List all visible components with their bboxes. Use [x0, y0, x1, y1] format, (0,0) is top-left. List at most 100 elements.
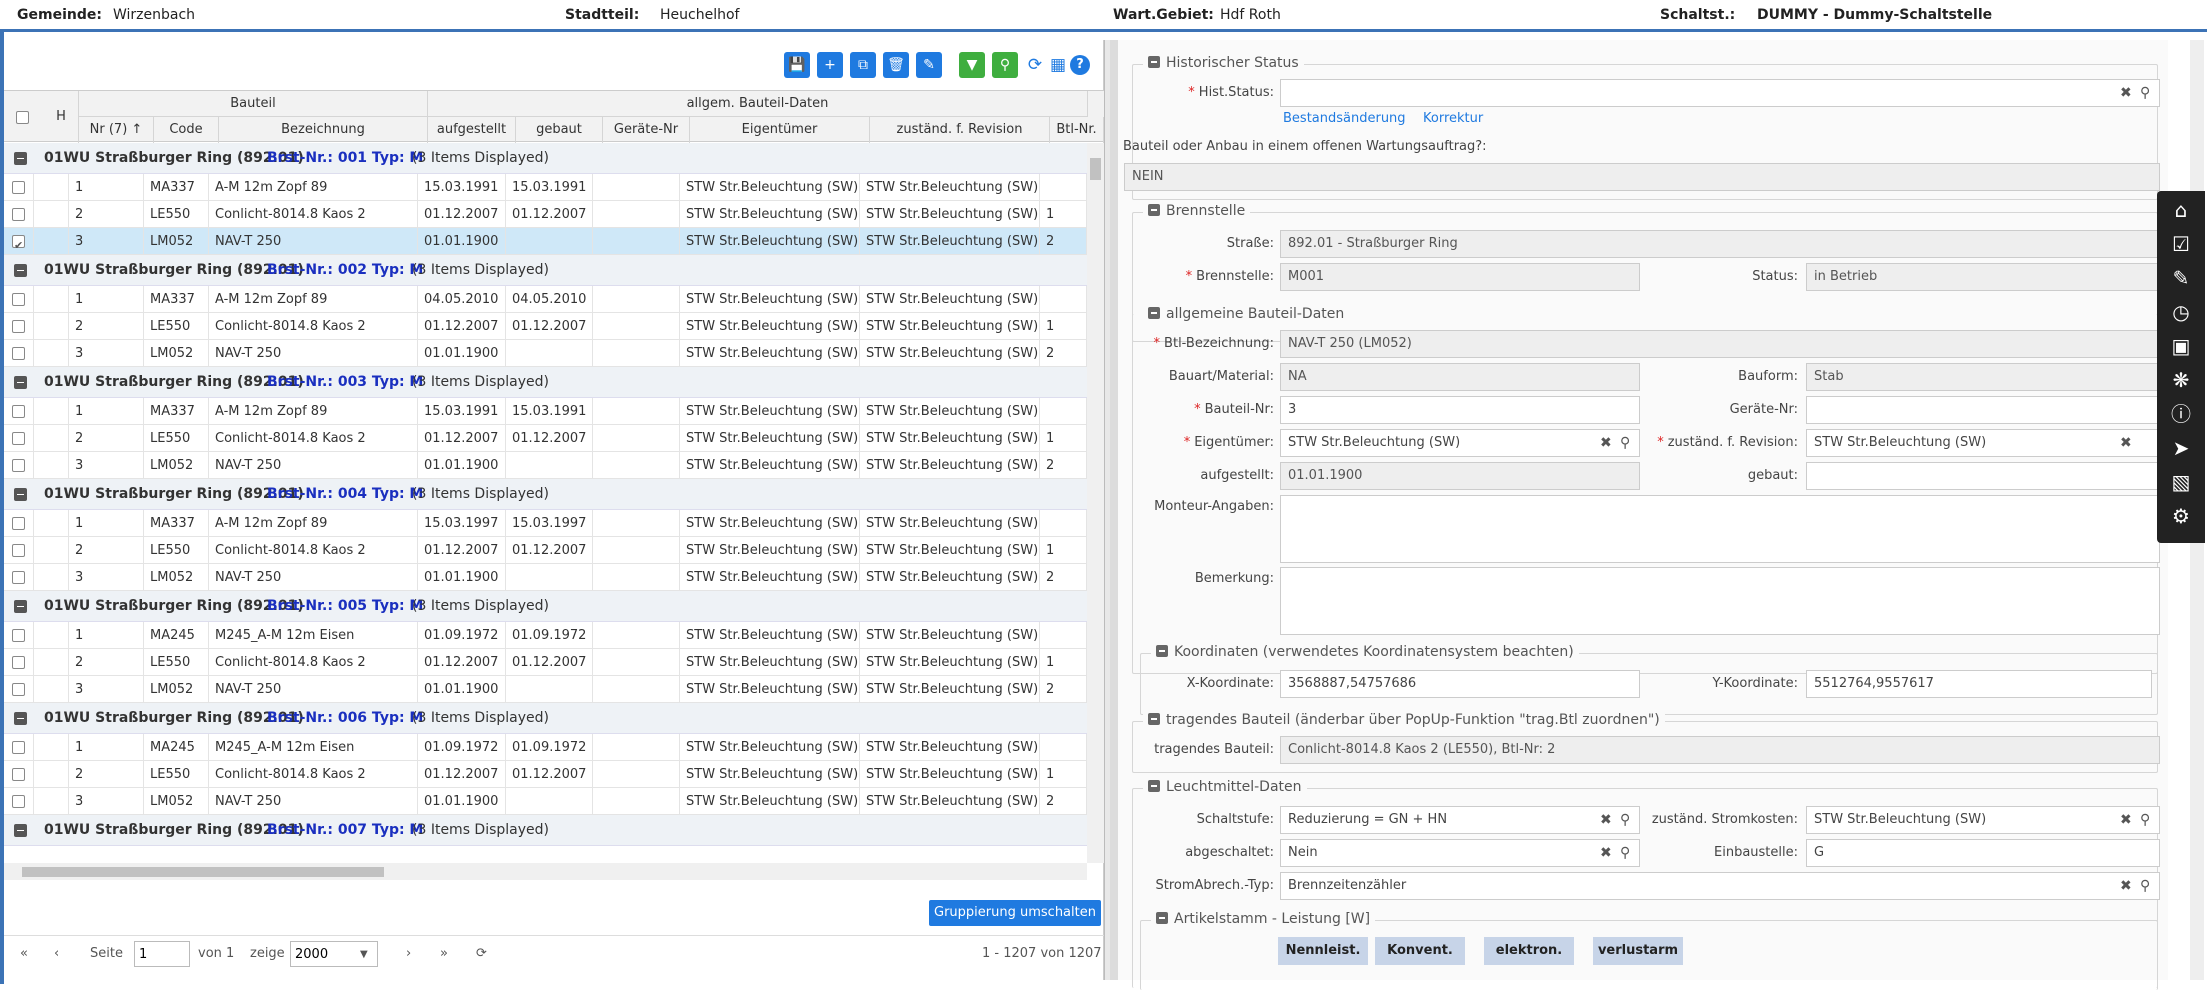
info-icon[interactable]: ⓘ	[2157, 397, 2205, 431]
abrech-field[interactable]: Brennzeitenzähler	[1280, 872, 2160, 900]
col-revision[interactable]: zuständ. f. Revision	[870, 117, 1050, 143]
einbaustelle-field[interactable]: G	[1806, 839, 2160, 867]
group-row[interactable]: 01WU Straßburger Ring (892.01) Brst-Nr.: …	[4, 703, 1087, 734]
collapse-icon[interactable]	[14, 824, 27, 837]
table-row[interactable]: 3 LM052 NAV-T 250 01.01.1900 STW Str.Beleuch…	[4, 788, 1087, 815]
row-checkbox[interactable]: ✔	[12, 235, 25, 252]
last-page-icon[interactable]: »	[440, 946, 448, 961]
group-row[interactable]: 01WU Straßburger Ring (892.01) Brst-Nr.: …	[4, 591, 1087, 622]
col-eigentuemer[interactable]: Eigentümer	[690, 117, 870, 143]
row-checkbox[interactable]	[12, 571, 25, 584]
stromkosten-field[interactable]: STW Str.Beleuchtung (SW)	[1806, 806, 2160, 834]
first-page-icon[interactable]: «	[20, 946, 28, 961]
search-icon[interactable]: ⚲	[1620, 812, 1630, 828]
table-row[interactable]: 2 LE550 Conlicht-8014.8 Kaos 2 01.12.2007 01…	[4, 425, 1087, 452]
row-checkbox[interactable]	[12, 768, 25, 781]
toggle-grouping-button[interactable]: Gruppierung umschalten	[929, 900, 1101, 926]
table-row[interactable]: 2 LE550 Conlicht-8014.8 Kaos 2 01.12.2007 01…	[4, 537, 1087, 564]
row-checkbox[interactable]	[12, 683, 25, 696]
clear-icon[interactable]: ✖	[1600, 812, 1612, 828]
row-checkbox[interactable]	[12, 795, 25, 808]
home-icon[interactable]: ⌂	[2157, 193, 2205, 227]
search-icon[interactable]: ⚲	[992, 52, 1018, 78]
delete-icon[interactable]: 🗑	[883, 52, 909, 78]
collapse-icon[interactable]	[1156, 645, 1168, 657]
collapse-icon[interactable]	[1148, 204, 1160, 216]
page-input[interactable]	[134, 941, 190, 967]
clock-icon[interactable]: ◷	[2157, 295, 2205, 329]
col-h[interactable]: H	[44, 91, 79, 143]
hscroll-thumb[interactable]	[22, 867, 384, 877]
collapse-icon[interactable]	[14, 712, 27, 725]
collapse-icon[interactable]	[14, 488, 27, 501]
collapse-icon[interactable]	[1148, 713, 1160, 725]
col-geraete-nr[interactable]: Geräte-Nr	[603, 117, 690, 143]
gebaut-field[interactable]	[1806, 462, 2160, 490]
cursor-icon[interactable]: ➤	[2157, 431, 2205, 465]
table-row[interactable]: 3 LM052 NAV-T 250 01.01.1900 STW Str.Beleuch…	[4, 676, 1087, 703]
col-gebaut[interactable]: gebaut	[516, 117, 603, 143]
table-row[interactable]: 3 LM052 NAV-T 250 01.01.1900 STW Str.Beleuch…	[4, 564, 1087, 591]
search-icon[interactable]: ⚲	[1620, 435, 1630, 451]
table-row[interactable]: 3 LM052 NAV-T 250 01.01.1900 STW Str.Beleuch…	[4, 452, 1087, 479]
clear-icon[interactable]: ✖	[1600, 845, 1612, 861]
korrektur-link[interactable]: Korrektur	[1423, 111, 1483, 126]
group-row[interactable]: 01WU Straßburger Ring (892.01) Brst-Nr.: …	[4, 255, 1087, 286]
save-icon[interactable]: 💾	[784, 52, 810, 78]
clear-icon[interactable]: ✖	[2120, 85, 2132, 101]
x-koordinate-field[interactable]: 3568887,54757686	[1280, 670, 1640, 698]
group-row[interactable]: 01WU Straßburger Ring (892.01) Brst-Nr.: …	[4, 479, 1087, 510]
collapse-icon[interactable]	[1148, 56, 1160, 68]
clear-icon[interactable]: ✖	[2120, 878, 2132, 894]
row-checkbox[interactable]	[12, 293, 25, 306]
row-checkbox[interactable]	[12, 656, 25, 669]
settings-icon[interactable]: ⚙	[2157, 499, 2205, 533]
paint-roller-icon[interactable]: ▧	[2157, 465, 2205, 499]
row-checkbox[interactable]	[12, 629, 25, 642]
group-row[interactable]: 01WU Straßburger Ring (892.01) Brst-Nr.: …	[4, 815, 1087, 846]
row-checkbox[interactable]	[12, 347, 25, 360]
add-icon[interactable]: +	[817, 52, 843, 78]
search-icon[interactable]: ⚲	[2140, 812, 2150, 828]
search-icon[interactable]: ⚲	[1620, 845, 1630, 861]
table-row[interactable]: 1 MA337 A-M 12m Zopf 89 04.05.2010 04.05.201…	[4, 286, 1087, 313]
filter-icon[interactable]: ▼	[959, 52, 985, 78]
schaltstufe-field[interactable]: Reduzierung = GN + HN	[1280, 806, 1640, 834]
eigentuemer-field[interactable]: STW Str.Beleuchtung (SW)	[1280, 429, 1640, 457]
collapse-icon[interactable]	[14, 600, 27, 613]
row-checkbox[interactable]	[12, 181, 25, 194]
edit-icon[interactable]: ✎	[2157, 261, 2205, 295]
table-row[interactable]: 1 MA337 A-M 12m Zopf 89 15.03.1991 15.03.199…	[4, 398, 1087, 425]
table-row[interactable]: 1 MA337 A-M 12m Zopf 89 15.03.1991 15.03.199…	[4, 174, 1087, 201]
vertical-scrollbar[interactable]	[1087, 143, 1104, 863]
edit-icon[interactable]: ✎	[916, 52, 942, 78]
table-row[interactable]: 2 LE550 Conlicht-8014.8 Kaos 2 01.12.2007 01…	[4, 201, 1087, 228]
abgeschaltet-field[interactable]: Nein	[1280, 839, 1640, 867]
col-aufgestellt[interactable]: aufgestellt	[428, 117, 516, 143]
search-icon[interactable]: ⚲	[2140, 85, 2150, 101]
col-nr[interactable]: Nr (7) ↑	[79, 117, 154, 143]
group-row[interactable]: 01WU Straßburger Ring (892.01) Brst-Nr.: …	[4, 143, 1087, 174]
collapse-icon[interactable]	[14, 376, 27, 389]
geraete-nr-field[interactable]	[1806, 396, 2160, 424]
hist-status-field[interactable]	[1280, 79, 2160, 107]
clear-icon[interactable]: ✖	[1600, 435, 1612, 451]
col-bezeichnung[interactable]: Bezeichnung	[219, 117, 428, 143]
calculator-icon[interactable]: ▦	[1047, 54, 1069, 76]
prev-page-icon[interactable]: ‹	[54, 946, 59, 961]
row-checkbox[interactable]	[12, 432, 25, 445]
row-checkbox[interactable]	[12, 405, 25, 418]
row-checkbox[interactable]	[12, 741, 25, 754]
revision-field[interactable]: STW Str.Beleuchtung (SW)	[1806, 429, 2160, 457]
row-checkbox[interactable]	[12, 208, 25, 221]
table-row[interactable]: 1 MA245 M245_A-M 12m Eisen 01.09.1972 01.09.…	[4, 622, 1087, 649]
screen-icon[interactable]: ▣	[2157, 329, 2205, 363]
horizontal-scrollbar[interactable]	[4, 863, 1087, 880]
refresh-icon[interactable]: ⟳	[1024, 54, 1046, 76]
collapse-icon[interactable]	[14, 264, 27, 277]
table-row[interactable]: 1 MA245 M245_A-M 12m Eisen 01.09.1972 01.09.…	[4, 734, 1087, 761]
row-checkbox[interactable]	[12, 517, 25, 530]
next-page-icon[interactable]: ›	[406, 946, 411, 961]
bemerkung-textarea[interactable]	[1280, 567, 2160, 635]
collapse-icon[interactable]	[1156, 912, 1168, 924]
